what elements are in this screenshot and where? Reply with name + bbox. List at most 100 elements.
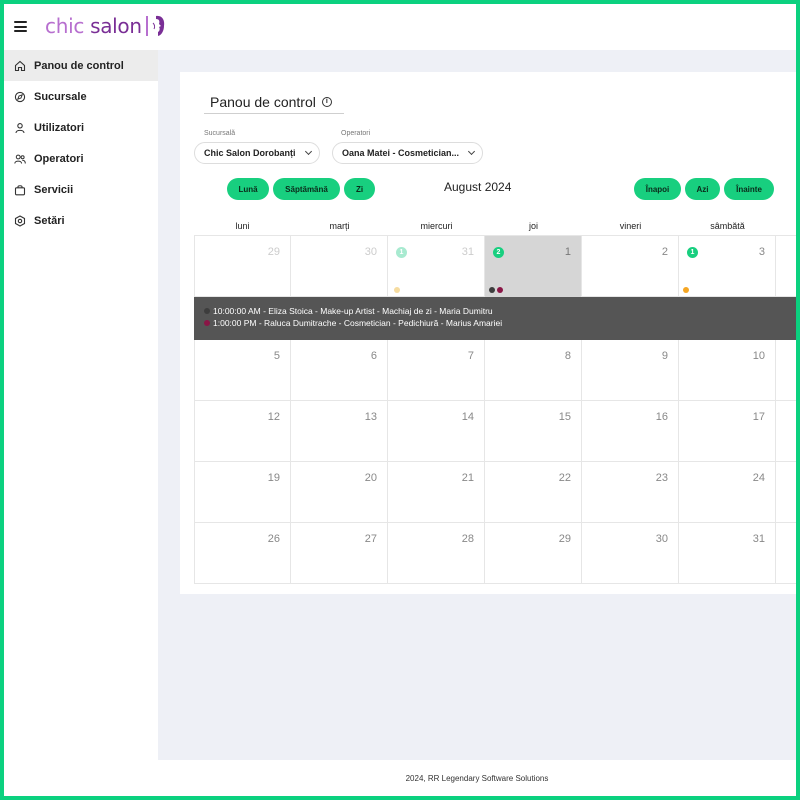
view-month-button[interactable]: Lună	[227, 178, 269, 200]
calendar-day[interactable]: 19	[194, 462, 291, 523]
calendar-day[interactable]: 29	[485, 523, 582, 584]
calendar-week: 29 30 1 31 2 1 2 1 3	[194, 236, 796, 297]
calendar-day[interactable]: 13	[291, 401, 388, 462]
page-title: Panou de control i	[204, 90, 344, 114]
sidebar-item-label: Servicii	[34, 183, 74, 196]
chevron-down-icon	[467, 147, 476, 156]
calendar-day-selected[interactable]: 2 1	[485, 236, 582, 297]
calendar-day[interactable]: 21	[388, 462, 485, 523]
sidebar-item-label: Operatori	[34, 152, 84, 165]
day-number: 20	[364, 472, 377, 484]
calendar-day[interactable]: 1 3	[679, 236, 776, 297]
event-dot	[683, 287, 689, 293]
day-number: 30	[655, 533, 668, 545]
weekday-label: miercuri	[420, 221, 453, 231]
event-dot	[489, 287, 495, 293]
sidebar-item-sucursale[interactable]: Sucursale	[4, 81, 158, 112]
calendar-day[interactable]: 28	[388, 523, 485, 584]
day-number: 12	[267, 411, 280, 423]
sidebar-item-operatori[interactable]: Operatori	[4, 143, 158, 174]
users-icon	[14, 153, 26, 165]
event-color-dot	[204, 320, 210, 326]
day-number: 31	[752, 533, 765, 545]
calendar-day[interactable]: 17	[679, 401, 776, 462]
day-number: 23	[655, 472, 668, 484]
operator-select[interactable]: Oana Matei - Cosmetician...	[332, 142, 483, 164]
main-content: Panou de control i Sucursală Chic Salon …	[158, 50, 796, 760]
sidebar-item-panou-de-control[interactable]: Panou de control	[4, 50, 158, 81]
calendar-week: 12 13 14 15 16 17	[194, 401, 796, 462]
calendar-day[interactable]: 30	[582, 523, 679, 584]
event-color-dot	[204, 308, 210, 314]
calendar-week: 19 20 21 22 23 24	[194, 462, 796, 523]
sidebar-item-label: Panou de control	[34, 59, 124, 72]
day-number: 1	[564, 246, 571, 258]
logo-bar	[145, 16, 148, 36]
view-day-button[interactable]: Zi	[344, 178, 375, 200]
sidebar: Panou de control Sucursale Utilizatori O…	[4, 50, 158, 796]
calendar-day[interactable]: 22	[485, 462, 582, 523]
event-item[interactable]: 10:00:00 AM - Eliza Stoica - Make-up Art…	[204, 305, 796, 317]
branch-label: Sucursală	[204, 130, 236, 137]
calendar-day[interactable]: 1 31	[388, 236, 485, 297]
operator-select-value: Oana Matei - Cosmetician...	[342, 148, 460, 158]
event-item[interactable]: 1:00:00 PM - Raluca Dumitrache - Cosmeti…	[204, 317, 796, 329]
calendar-day[interactable]: 24	[679, 462, 776, 523]
calendar-day[interactable]: 14	[388, 401, 485, 462]
event-count-badge: 1	[396, 247, 407, 258]
info-icon[interactable]: i	[321, 96, 332, 107]
calendar-day[interactable]: 27	[291, 523, 388, 584]
weekday-header-row: luni marți miercuri joi vineri sâmbătă	[194, 216, 796, 236]
day-number: 14	[461, 411, 474, 423]
footer-text: 2024, RR Legendary Software Solutions	[405, 773, 549, 783]
calendar-day[interactable]: 26	[194, 523, 291, 584]
calendar-week: 5 6 7 8 9 10	[194, 340, 796, 401]
top-header: chic salon	[4, 4, 796, 50]
calendar-day[interactable]: 29	[194, 236, 291, 297]
event-dot	[497, 287, 503, 293]
footer: 2024, RR Legendary Software Solutions	[158, 760, 796, 796]
day-number: 27	[364, 533, 377, 545]
calendar-day[interactable]: 9	[582, 340, 679, 401]
calendar-day[interactable]: 23	[582, 462, 679, 523]
event-text: 1:00:00 PM - Raluca Dumitrache - Cosmeti…	[213, 318, 503, 328]
calendar-day[interactable]: 7	[388, 340, 485, 401]
month-title: August 2024	[444, 180, 512, 194]
day-number: 7	[467, 350, 474, 362]
sidebar-item-setari[interactable]: Setări	[4, 205, 158, 236]
calendar-day[interactable]: 31	[679, 523, 776, 584]
day-number: 15	[558, 411, 571, 423]
today-button[interactable]: Azi	[685, 178, 720, 200]
day-number: 19	[267, 472, 280, 484]
day-number: 31	[461, 246, 474, 258]
calendar-day[interactable]: 30	[291, 236, 388, 297]
calendar-day[interactable]: 8	[485, 340, 582, 401]
weekday-label: vineri	[619, 221, 642, 231]
calendar-day[interactable]: 10	[679, 340, 776, 401]
branch-select[interactable]: Chic Salon Dorobanți	[194, 142, 320, 164]
hamburger-menu-icon[interactable]	[14, 21, 27, 32]
day-events-panel: 10:00:00 AM - Eliza Stoica - Make-up Art…	[194, 297, 796, 340]
calendar-day[interactable]: 6	[291, 340, 388, 401]
calendar-day[interactable]: 15	[485, 401, 582, 462]
sidebar-item-servicii[interactable]: Servicii	[4, 174, 158, 205]
calendar-day[interactable]: 16	[582, 401, 679, 462]
operator-label: Operatori	[341, 130, 371, 137]
day-number: 3	[758, 246, 765, 258]
day-number: 21	[461, 472, 474, 484]
view-week-button[interactable]: Săptămână	[273, 178, 340, 200]
calendar-day[interactable]: 20	[291, 462, 388, 523]
event-dot	[394, 287, 400, 293]
back-button[interactable]: Înapoi	[634, 178, 681, 200]
weekday-label: sâmbătă	[710, 221, 745, 231]
logo-salon: salon	[90, 14, 142, 38]
sidebar-item-label: Setări	[34, 214, 65, 227]
calendar-day[interactable]: 12	[194, 401, 291, 462]
calendar-day[interactable]: 2	[582, 236, 679, 297]
next-button[interactable]: Înainte	[724, 178, 774, 200]
logo[interactable]: chic salon	[45, 14, 165, 38]
day-number: 2	[661, 246, 668, 258]
day-number: 17	[752, 411, 765, 423]
sidebar-item-utilizatori[interactable]: Utilizatori	[4, 112, 158, 143]
calendar-day[interactable]: 5	[194, 340, 291, 401]
